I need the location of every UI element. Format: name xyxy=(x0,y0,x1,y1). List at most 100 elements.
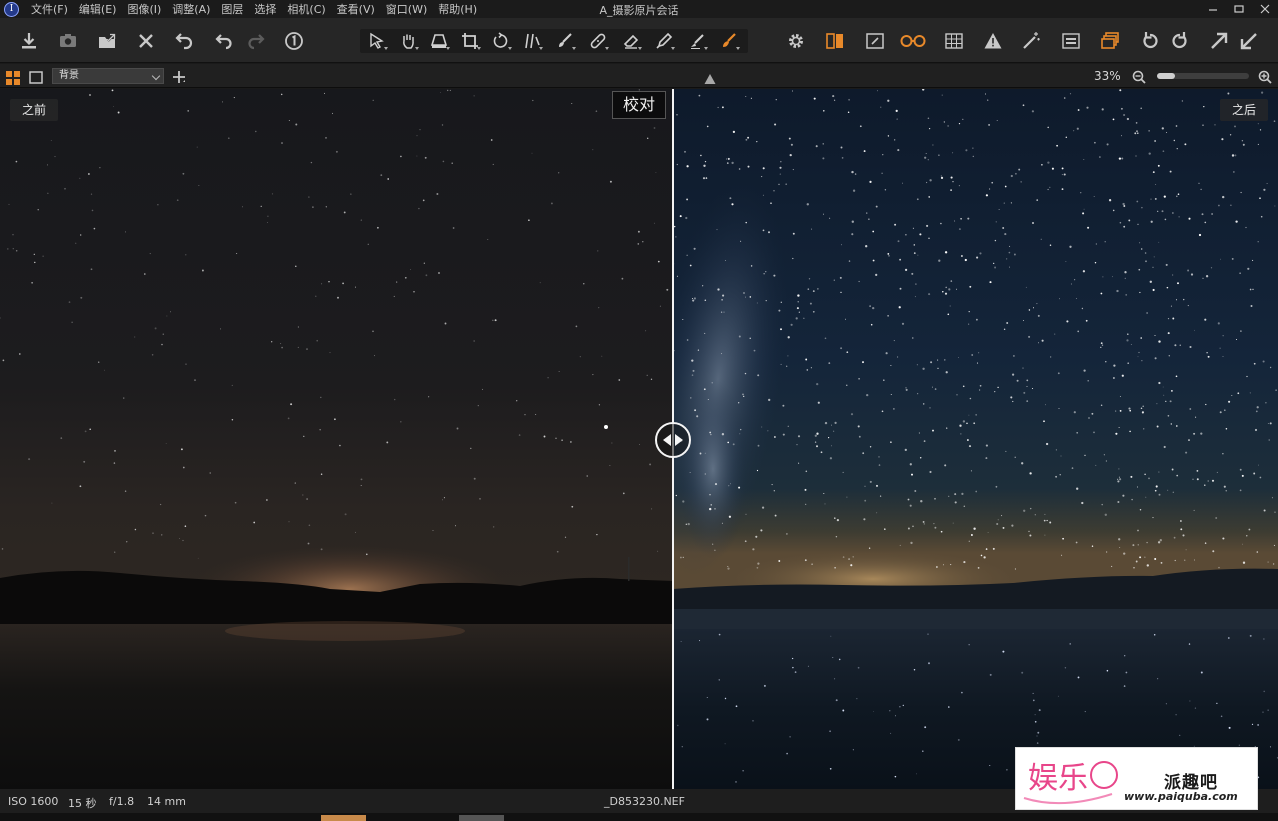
add-layer-button[interactable] xyxy=(172,69,186,83)
close-icon xyxy=(1260,4,1270,14)
menu-adjust[interactable]: 调整(A) xyxy=(172,1,210,17)
pan-tool[interactable] xyxy=(395,29,421,53)
settings-button[interactable] xyxy=(783,28,809,54)
gradient-tool[interactable] xyxy=(684,29,710,53)
multi-view-icon xyxy=(6,71,20,85)
rotate-left-icon xyxy=(1143,32,1158,49)
rotate-right-icon xyxy=(1172,32,1187,49)
image-viewer[interactable]: 之前 之后 校对 xyxy=(0,89,1278,789)
menu-view[interactable]: 查看(V) xyxy=(337,1,375,17)
active-brush-tool[interactable] xyxy=(716,29,742,53)
warning-triangle-icon xyxy=(704,74,716,84)
redo-button[interactable] xyxy=(243,28,269,54)
filename: _D853230.NEF xyxy=(604,795,685,808)
clip-warning-button[interactable] xyxy=(704,70,716,84)
menu-list: 文件(F) 编辑(E) 图像(I) 调整(A) 图层 选择 相机(C) 查看(V… xyxy=(31,1,488,17)
maximize-icon xyxy=(1234,5,1244,13)
zoom-level: 33% xyxy=(1094,69,1121,83)
menu-file[interactable]: 文件(F) xyxy=(31,1,68,17)
magic-wand-icon xyxy=(1023,32,1040,49)
menu-bar: I 文件(F) 编辑(E) 图像(I) 调整(A) 图层 选择 相机(C) 查看… xyxy=(0,0,1278,18)
undo-button[interactable] xyxy=(211,28,237,54)
keystone-tool[interactable] xyxy=(426,29,452,53)
compare-divider-handle[interactable] xyxy=(655,422,691,458)
healing-tool[interactable] xyxy=(585,29,611,53)
export-button[interactable] xyxy=(94,28,120,54)
watermark-logo: 娱乐 派趣吧 www.paiquba.com xyxy=(1015,747,1258,810)
brush-tool[interactable] xyxy=(552,29,578,53)
crop-tool[interactable] xyxy=(457,29,483,53)
aperture-value: f/1.8 xyxy=(109,795,135,808)
menu-image[interactable]: 图像(I) xyxy=(127,1,161,17)
zoom-slider-fill xyxy=(1157,73,1176,79)
focal-length-value: 14 mm xyxy=(147,795,186,808)
rotate-tool[interactable] xyxy=(488,29,514,53)
import-button[interactable] xyxy=(16,28,42,54)
menu-camera[interactable]: 相机(C) xyxy=(287,1,325,17)
after-image xyxy=(673,89,1278,789)
thumbnail-selected[interactable] xyxy=(321,815,366,821)
watermark-url: www.paiquba.com xyxy=(1124,790,1238,803)
loupe-glasses-icon xyxy=(900,35,926,47)
redo-icon xyxy=(248,34,265,50)
edit-mask-button[interactable] xyxy=(862,28,888,54)
shutter-value: 15 秒 xyxy=(68,797,97,810)
iso-value: ISO 1600 xyxy=(8,795,59,808)
app-logo: I xyxy=(4,1,19,17)
straighten-tool[interactable] xyxy=(519,29,545,53)
before-after-icon xyxy=(826,33,843,49)
undo-icon xyxy=(215,34,232,50)
menu-select[interactable]: 选择 xyxy=(254,1,276,17)
eyedropper-tool[interactable] xyxy=(651,29,677,53)
delete-icon xyxy=(139,34,153,48)
export-icon xyxy=(99,33,116,48)
multi-view-button[interactable] xyxy=(6,70,20,85)
loupe-button[interactable] xyxy=(897,28,929,54)
watermark-logo-text: 娱乐 xyxy=(1028,761,1088,796)
layer-select[interactable]: 背景 xyxy=(52,68,164,84)
collapse-icon xyxy=(1240,33,1257,50)
after-label: 之后 xyxy=(1219,99,1268,121)
capture-button[interactable] xyxy=(55,28,81,54)
zoom-slider[interactable] xyxy=(1157,73,1249,79)
overlay-icon xyxy=(1062,33,1080,49)
zoom-in-button[interactable] xyxy=(1258,69,1272,84)
undo-history-button[interactable] xyxy=(172,28,198,54)
expand-icon xyxy=(1211,32,1228,49)
overlay-button[interactable] xyxy=(1058,28,1084,54)
settings-gear-icon xyxy=(789,34,803,48)
chevron-down-icon xyxy=(151,71,161,81)
before-image xyxy=(0,89,673,789)
exposure-warning-button[interactable] xyxy=(980,28,1006,54)
delete-button[interactable] xyxy=(133,28,159,54)
maximize-button[interactable] xyxy=(1226,0,1252,18)
undo-history-icon xyxy=(175,33,193,50)
layer-select-value: 背景 xyxy=(59,70,79,81)
expand-button[interactable] xyxy=(1206,28,1232,54)
before-after-button[interactable] xyxy=(822,28,848,54)
single-view-button[interactable] xyxy=(29,70,43,84)
collapse-button[interactable] xyxy=(1236,28,1262,54)
select-tool[interactable] xyxy=(364,29,390,53)
menu-help[interactable]: 帮助(H) xyxy=(438,1,477,17)
grid-button[interactable] xyxy=(941,28,967,54)
rotate-left-button[interactable] xyxy=(1137,28,1163,54)
zoom-out-icon xyxy=(1132,70,1146,84)
grid-icon xyxy=(945,33,963,49)
variants-button[interactable] xyxy=(1097,28,1123,54)
zoom-out-button[interactable] xyxy=(1132,69,1146,84)
close-button[interactable] xyxy=(1252,0,1278,18)
thumbnail[interactable] xyxy=(459,815,504,821)
eraser-tool[interactable] xyxy=(618,29,644,53)
thumbnail-strip xyxy=(0,813,1278,821)
menu-window[interactable]: 窗口(W) xyxy=(386,1,427,17)
import-icon xyxy=(22,33,36,49)
info-button[interactable] xyxy=(281,28,307,54)
rotate-right-button[interactable] xyxy=(1167,28,1193,54)
cursor-tools-group xyxy=(360,29,748,53)
menu-edit[interactable]: 编辑(E) xyxy=(79,1,117,17)
minimize-button[interactable] xyxy=(1200,0,1226,18)
drag-arrows-icon xyxy=(663,434,683,446)
magic-wand-button[interactable] xyxy=(1018,28,1044,54)
menu-layers[interactable]: 图层 xyxy=(221,1,243,17)
